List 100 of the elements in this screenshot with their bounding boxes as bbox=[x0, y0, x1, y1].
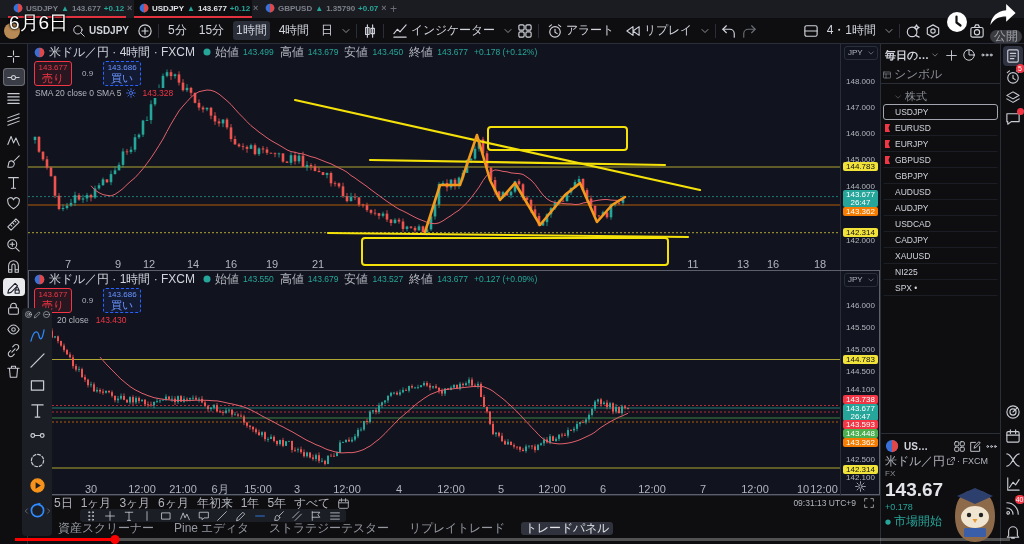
brush-icon[interactable] bbox=[273, 510, 284, 521]
price-tick: 145.500 bbox=[846, 323, 875, 333]
watchlist-row[interactable]: CADJPY bbox=[883, 232, 998, 248]
text-icon bbox=[7, 175, 20, 189]
pencil-icon[interactable] bbox=[236, 510, 247, 521]
redo-icon[interactable] bbox=[742, 23, 757, 38]
diagonal-line-icon[interactable] bbox=[29, 353, 45, 368]
plus-circle-icon[interactable] bbox=[138, 23, 152, 38]
target-icon[interactable] bbox=[24, 311, 32, 318]
range-button[interactable]: 1年 bbox=[240, 496, 260, 510]
range-button[interactable]: すべて bbox=[294, 496, 331, 510]
price-change: +0.178 bbox=[885, 502, 914, 512]
interval-button[interactable]: 4時間 bbox=[275, 21, 313, 40]
range-button[interactable]: 1ヶ月 bbox=[80, 496, 112, 510]
panel-tab[interactable]: ストラテジーテスター bbox=[265, 522, 394, 535]
circle-icon[interactable] bbox=[29, 503, 45, 518]
crosshair-icon[interactable] bbox=[104, 510, 115, 521]
pencil-lock-icon bbox=[7, 280, 20, 294]
sidebar-button[interactable] bbox=[1002, 46, 1023, 66]
price-label: 143.362 bbox=[843, 438, 878, 447]
range-button[interactable]: 6ヶ月 bbox=[158, 496, 189, 510]
layout-button[interactable]: 4・1時間 bbox=[823, 21, 879, 40]
pencil-icon[interactable] bbox=[33, 311, 41, 318]
range-button[interactable]: 3ヶ月 bbox=[119, 496, 151, 510]
progress-handle[interactable] bbox=[110, 535, 119, 544]
watchlist-row[interactable]: USDJPY bbox=[883, 104, 998, 120]
indicators-button[interactable]: インジケーター bbox=[390, 20, 499, 41]
range-button[interactable]: 5年 bbox=[267, 496, 287, 510]
buy-button[interactable]: 143.686 買い bbox=[103, 288, 142, 313]
lines-icon[interactable] bbox=[329, 510, 340, 521]
minus-circle-icon[interactable] bbox=[42, 311, 50, 318]
price-label: 143.448 bbox=[843, 429, 878, 438]
panel-tab[interactable]: Pine エディタ bbox=[170, 522, 254, 535]
rectangle-icon[interactable] bbox=[161, 510, 172, 521]
watchlist-row[interactable]: XAUUSD bbox=[883, 248, 998, 264]
watchlist-row[interactable]: SPX • bbox=[883, 280, 998, 296]
interval-button[interactable]: 5分 bbox=[165, 21, 190, 40]
settings-icon[interactable] bbox=[855, 481, 866, 492]
watchlist-row[interactable]: NI225 bbox=[883, 264, 998, 280]
zigzag-icon[interactable] bbox=[179, 510, 190, 521]
curve-icon[interactable] bbox=[29, 328, 45, 343]
drawing-tool-button[interactable] bbox=[2, 68, 25, 86]
rectangle-icon[interactable] bbox=[29, 378, 45, 393]
text-icon[interactable] bbox=[29, 403, 45, 418]
video-progress-track[interactable] bbox=[15, 538, 1010, 541]
publish-button[interactable]: 公開 bbox=[990, 30, 1022, 43]
layout-icon[interactable] bbox=[803, 23, 818, 38]
buy-button[interactable]: 143.686 買い bbox=[103, 61, 142, 86]
text-icon[interactable] bbox=[123, 510, 134, 521]
watchlist-row[interactable]: GBPUSD bbox=[883, 152, 998, 168]
range-button[interactable]: 5日 bbox=[54, 496, 73, 510]
currency-flag-icon bbox=[13, 3, 23, 13]
price-label: 143.738 bbox=[843, 395, 878, 404]
external-link-icon[interactable] bbox=[947, 457, 955, 465]
share-icon[interactable] bbox=[990, 4, 1016, 25]
replay-button[interactable]: リプレイ bbox=[623, 20, 696, 41]
watchlist-row[interactable]: EURUSD bbox=[883, 120, 998, 136]
grid-icon[interactable] bbox=[518, 23, 533, 38]
watchlist-row[interactable]: AUDJPY bbox=[883, 200, 998, 216]
parallel-lines-icon[interactable] bbox=[292, 510, 303, 521]
grip-icon[interactable] bbox=[86, 510, 96, 521]
symbol-search-button[interactable]: USDJPY bbox=[70, 21, 132, 40]
alert-button[interactable]: アラート bbox=[545, 20, 618, 41]
watchlist-row[interactable]: USDCAD bbox=[883, 216, 998, 232]
candlestick-icon[interactable] bbox=[363, 23, 378, 38]
sell-button[interactable]: 143.677 売り bbox=[34, 61, 72, 86]
panel-tab[interactable]: 資産スクリーナー bbox=[54, 522, 158, 535]
watchlist-row[interactable]: GBPJPY bbox=[883, 168, 998, 184]
drawing-tool-button[interactable] bbox=[2, 278, 25, 296]
indicator-label: 20 close bbox=[56, 315, 90, 325]
grid-icon[interactable] bbox=[954, 440, 965, 452]
currency-dropdown[interactable]: JPY bbox=[844, 46, 878, 60]
play-icon[interactable] bbox=[29, 478, 45, 493]
watchlist-row[interactable]: AUDUSD bbox=[883, 184, 998, 200]
undo-icon[interactable] bbox=[722, 23, 737, 38]
dashed-circle-icon[interactable] bbox=[29, 453, 45, 468]
price-label: 142.314 bbox=[843, 228, 878, 237]
watchlist-title[interactable]: 毎日の… bbox=[885, 47, 938, 63]
fullscreen-icon[interactable] bbox=[864, 498, 874, 508]
panel-tab[interactable]: トレードパネル bbox=[521, 522, 614, 535]
section-toggle[interactable]: 株式 bbox=[881, 84, 1000, 104]
diagonal-line-icon[interactable] bbox=[217, 510, 228, 521]
interval-button[interactable]: 1時間 bbox=[233, 21, 270, 40]
calendar-icon[interactable] bbox=[338, 497, 350, 509]
range-button[interactable]: 年初来 bbox=[196, 496, 233, 510]
clock-icon[interactable] bbox=[947, 12, 967, 32]
plus-icon[interactable] bbox=[946, 49, 957, 61]
watchlist-row[interactable]: EURJPY bbox=[883, 136, 998, 152]
callout-icon[interactable] bbox=[198, 510, 209, 521]
pie-chart-icon[interactable] bbox=[963, 49, 975, 61]
panel-tab[interactable]: リプレイトレード bbox=[405, 522, 510, 535]
interval-button[interactable]: 日 bbox=[318, 21, 337, 40]
edit-icon[interactable] bbox=[970, 440, 981, 452]
interval-button[interactable]: 15分 bbox=[195, 21, 228, 40]
currency-dropdown[interactable]: JPY bbox=[844, 273, 878, 287]
price-label: 143.593 bbox=[843, 420, 878, 429]
camera-icon[interactable] bbox=[970, 23, 984, 38]
flag-icon[interactable] bbox=[311, 510, 322, 521]
search-icon[interactable] bbox=[906, 23, 920, 38]
channel-icon bbox=[7, 112, 20, 126]
